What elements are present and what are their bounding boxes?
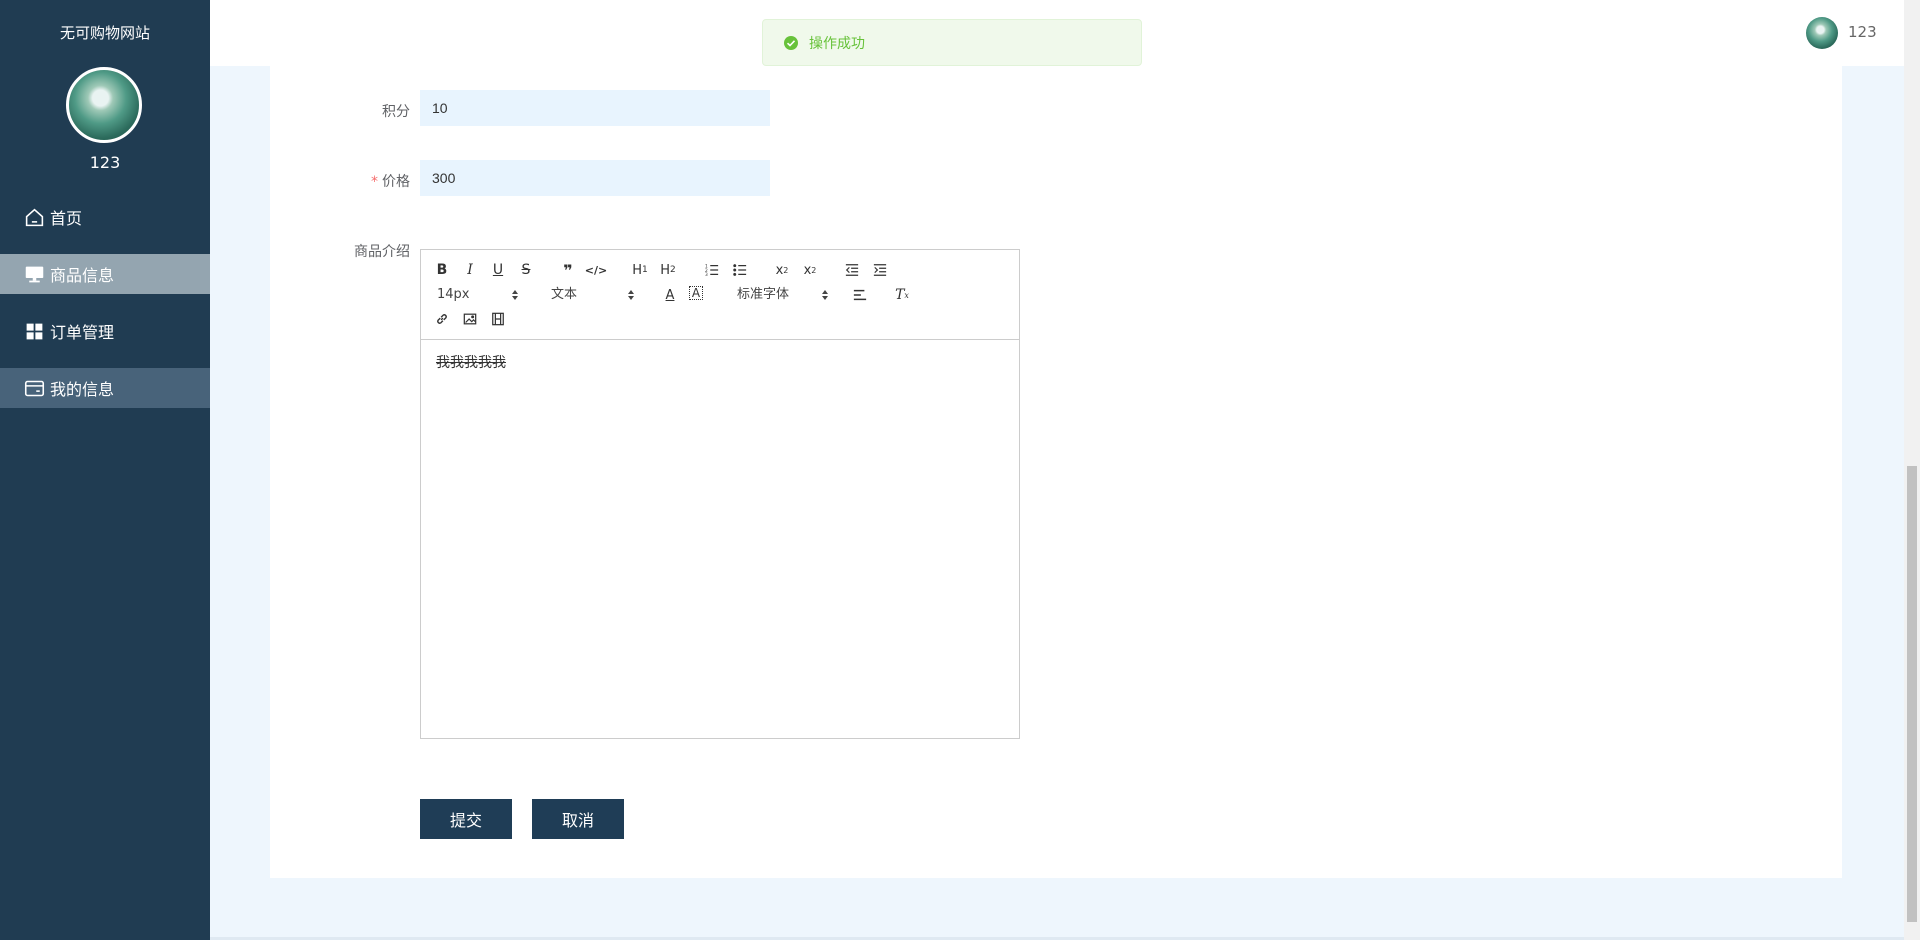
sidebar-username: 123 (89, 153, 121, 172)
price-label: * 价格 (270, 171, 410, 191)
underline-icon[interactable]: U (489, 261, 507, 279)
grid-icon (23, 320, 45, 342)
rich-text-editor: B I U S ❞ </> H1 H2 123 x2 x2 14px 文本 A (420, 249, 1020, 739)
ordered-list-icon[interactable]: 123 (703, 261, 721, 279)
link-icon[interactable] (433, 310, 451, 328)
cancel-button[interactable]: 取消 (532, 799, 624, 839)
blockquote-icon[interactable]: ❞ (559, 261, 577, 280)
editor-text: 我我我我我 (436, 355, 506, 371)
home-icon (23, 206, 45, 228)
chevron-updown-icon (822, 290, 828, 300)
editor-content[interactable]: 我我我我我 (421, 340, 1019, 384)
align-icon[interactable] (851, 286, 869, 304)
toast-message: 操作成功 (809, 35, 865, 52)
header-avatar[interactable] (1806, 17, 1838, 49)
video-icon[interactable] (489, 310, 507, 328)
superscript-icon[interactable]: x2 (801, 261, 819, 279)
page-scrollbar[interactable] (1904, 0, 1920, 940)
strike-icon[interactable]: S (517, 261, 535, 279)
code-block-icon[interactable]: </> (585, 261, 607, 279)
required-mark: * (371, 174, 378, 190)
sidebar-menu: 首页 商品信息 订单管理 我的信息 (0, 197, 210, 425)
image-icon[interactable] (461, 310, 479, 328)
bold-icon[interactable]: B (433, 261, 451, 279)
font-family-select[interactable]: 标准字体 (737, 286, 829, 304)
price-label-text: 价格 (382, 174, 410, 190)
outdent-icon[interactable] (843, 261, 861, 279)
header-username[interactable]: 123 (1848, 23, 1877, 41)
submit-button[interactable]: 提交 (420, 799, 512, 839)
background-color-icon[interactable]: A (689, 286, 703, 300)
card-icon (23, 377, 45, 399)
subscript-icon[interactable]: x2 (773, 261, 791, 279)
sidebar-item-label: 订单管理 (50, 323, 115, 342)
editor-toolbar: B I U S ❞ </> H1 H2 123 x2 x2 14px 文本 A (421, 250, 1019, 340)
chevron-updown-icon (512, 290, 518, 300)
sidebar-item-products[interactable]: 商品信息 (0, 254, 210, 294)
font-family-value: 标准字体 (737, 287, 790, 302)
monitor-icon (23, 263, 45, 285)
header-select[interactable]: 文本 (551, 286, 635, 304)
sidebar-item-orders[interactable]: 订单管理 (0, 311, 210, 351)
sidebar-avatar (66, 67, 142, 143)
sidebar-item-label: 首页 (50, 209, 83, 228)
header2-icon[interactable]: H2 (659, 261, 677, 279)
points-label: 积分 (382, 104, 410, 120)
font-size-value: 14px (437, 287, 470, 302)
sidebar-item-label: 我的信息 (50, 380, 115, 399)
sidebar-item-my-info[interactable]: 我的信息 (0, 368, 210, 408)
sidebar-item-label: 商品信息 (50, 266, 115, 285)
bullet-list-icon[interactable] (731, 261, 749, 279)
text-color-icon[interactable]: A (661, 286, 679, 304)
italic-icon[interactable]: I (461, 261, 479, 279)
clear-format-icon[interactable]: Tx (893, 286, 911, 304)
site-title: 无可购物网站 (59, 24, 150, 42)
sidebar: 无可购物网站 123 首页 商品信息 订单管理 我的信息 (0, 0, 210, 940)
font-size-select[interactable]: 14px (437, 286, 519, 304)
indent-icon[interactable] (871, 261, 889, 279)
points-input[interactable] (420, 90, 770, 126)
check-circle-icon (784, 35, 798, 50)
svg-text:3: 3 (705, 272, 708, 277)
chevron-updown-icon (628, 290, 634, 300)
scrollbar-thumb[interactable] (1907, 466, 1917, 922)
header1-icon[interactable]: H1 (631, 261, 649, 279)
success-toast: 操作成功 (762, 19, 1142, 66)
header-select-value: 文本 (551, 287, 578, 302)
price-input[interactable] (420, 160, 770, 196)
description-label: 商品介绍 (354, 244, 410, 260)
sidebar-item-home[interactable]: 首页 (0, 197, 210, 237)
